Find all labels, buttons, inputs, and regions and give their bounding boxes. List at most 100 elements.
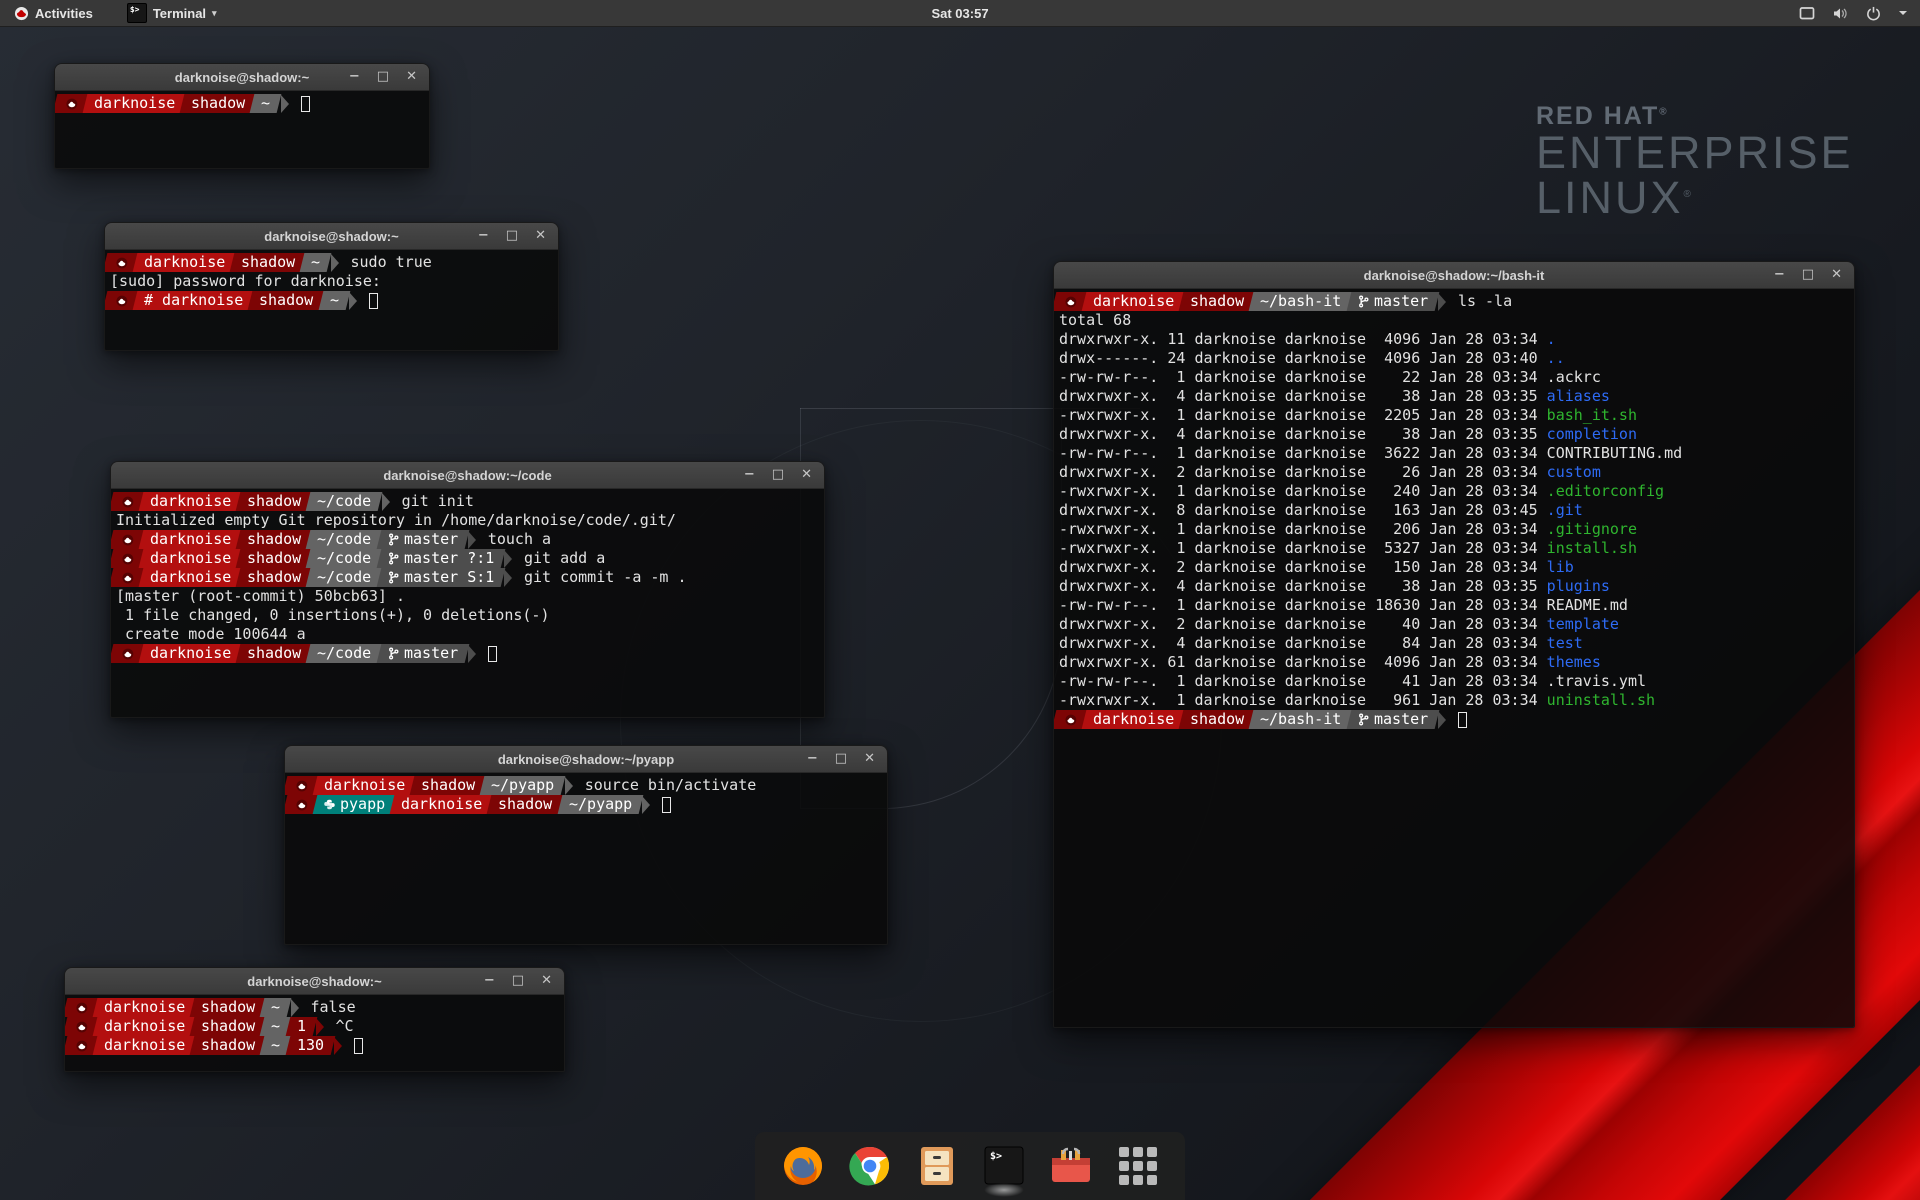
prompt-segment: master [376, 530, 469, 549]
output-text: drwxrwxr-x. 8 darknoise darknoise 163 Ja… [1059, 501, 1547, 520]
prompt-line: darknoiseshadow~/codemaster ?:1git add a [116, 549, 824, 568]
file-name: . [1547, 330, 1556, 349]
file-name: README.md [1547, 596, 1628, 615]
prompt-segment: ~ [260, 998, 292, 1017]
prompt-segment: darknoise [139, 644, 243, 663]
output-line: [master (root-commit) 50bcb63] . [116, 587, 824, 606]
minimize-button[interactable]: − [484, 968, 495, 994]
close-button[interactable]: ✕ [1831, 262, 1842, 288]
file-name: uninstall.sh [1547, 691, 1655, 710]
terminal-cursor [488, 646, 497, 662]
close-button[interactable]: ✕ [801, 462, 812, 488]
git-branch-icon [388, 571, 399, 584]
prompt-segment-text: ~ [311, 253, 320, 272]
window-titlebar[interactable]: darknoise@shadow:~−□✕ [65, 968, 564, 995]
prompt-segment-text: darknoise [104, 1036, 185, 1055]
minimize-button[interactable]: − [744, 462, 755, 488]
terminal-window-t6[interactable]: darknoise@shadow:~/bash-it−□✕darknoisesh… [1053, 261, 1855, 1028]
prompt-segment: shadow [190, 1017, 267, 1036]
terminal-content[interactable]: darknoiseshadow~ [55, 91, 429, 168]
app-menu-terminal[interactable]: $> Terminal ▾ [121, 0, 223, 26]
close-button[interactable]: ✕ [864, 746, 875, 772]
prompt-segment-text: ~ [330, 291, 339, 310]
output-text: drwxrwxr-x. 2 darknoise darknoise 26 Jan… [1059, 463, 1547, 482]
output-text: drwxrwxr-x. 2 darknoise darknoise 40 Jan… [1059, 615, 1547, 634]
prompt-segment-text: darknoise [1093, 710, 1174, 729]
minimize-button[interactable]: − [807, 746, 818, 772]
app-menu-label: Terminal [153, 6, 206, 21]
prompt-segment-text: ~/code [317, 549, 371, 568]
output-text: -rwxrwxr-x. 1 darknoise darknoise 5327 J… [1059, 539, 1547, 558]
git-branch-icon [1358, 295, 1369, 308]
firefox-icon[interactable] [781, 1144, 825, 1188]
close-button[interactable]: ✕ [541, 968, 552, 994]
window-titlebar[interactable]: darknoise@shadow:~/bash-it−□✕ [1054, 262, 1854, 289]
chevron-down-icon: ▾ [212, 8, 217, 19]
fedora-prompt-icon [296, 780, 308, 792]
terminal-window-t5[interactable]: darknoise@shadow:~−□✕darknoiseshadow~fal… [64, 967, 565, 1072]
terminal-cursor [1458, 712, 1467, 728]
file-name: .gitignore [1547, 520, 1637, 539]
terminal-content[interactable]: darknoiseshadow~falsedarknoiseshadow~1^C… [65, 995, 564, 1071]
minimize-button[interactable]: − [349, 64, 360, 90]
minimize-button[interactable]: − [478, 223, 489, 249]
clock-text[interactable]: Sat 03:57 [931, 6, 988, 21]
fedora-prompt-icon [76, 1040, 88, 1052]
prompt-segment: ~/code [306, 530, 383, 549]
close-button[interactable]: ✕ [406, 64, 417, 90]
file-name: lib [1547, 558, 1574, 577]
prompt-segment: shadow [230, 253, 307, 272]
maximize-button[interactable]: □ [512, 968, 524, 994]
prompt-segment-text: ~/pyapp [569, 795, 632, 814]
chrome-icon[interactable] [848, 1144, 892, 1188]
fedora-prompt-icon [122, 572, 134, 584]
terminal-window-t1[interactable]: darknoise@shadow:~−□✕darknoiseshadow~ [54, 63, 430, 169]
volume-icon[interactable] [1832, 6, 1849, 21]
terminal-window-t4[interactable]: darknoise@shadow:~/pyapp−□✕darknoiseshad… [284, 745, 888, 945]
display-icon[interactable] [1799, 6, 1815, 21]
file-name: .travis.yml [1547, 672, 1646, 691]
prompt-segment: darknoise [93, 998, 197, 1017]
window-titlebar[interactable]: darknoise@shadow:~/pyapp−□✕ [285, 746, 887, 773]
terminal-cursor [354, 1038, 363, 1054]
terminal-window-t2[interactable]: darknoise@shadow:~−□✕darknoiseshadow~sud… [104, 222, 559, 351]
output-text: drwxrwxr-x. 4 darknoise darknoise 38 Jan… [1059, 577, 1547, 596]
prompt-arrow [281, 95, 289, 113]
prompt-segment-text: master [1374, 710, 1428, 729]
minimize-button[interactable]: − [1774, 262, 1785, 288]
prompt-segment: shadow [1179, 292, 1256, 311]
prompt-segment-text: darknoise [144, 253, 225, 272]
terminal-content[interactable]: darknoiseshadow~/codegit initInitialized… [111, 489, 824, 717]
chevron-down-icon[interactable] [1898, 9, 1908, 17]
window-titlebar[interactable]: darknoise@shadow:~/code−□✕ [111, 462, 824, 489]
output-text: total 68 [1059, 311, 1131, 330]
maximize-button[interactable]: □ [772, 462, 784, 488]
power-icon[interactable] [1866, 6, 1881, 21]
toolbox-icon[interactable] [1049, 1144, 1093, 1188]
maximize-button[interactable]: □ [835, 746, 847, 772]
output-text: -rw-rw-r--. 1 darknoise darknoise 41 Jan… [1059, 672, 1547, 691]
prompt-segment-text: darknoise [324, 776, 405, 795]
app-grid-icon[interactable] [1116, 1144, 1160, 1188]
maximize-button[interactable]: □ [377, 64, 389, 90]
maximize-button[interactable]: □ [1802, 262, 1814, 288]
output-text: drwxrwxr-x. 2 darknoise darknoise 150 Ja… [1059, 558, 1547, 577]
terminal-content[interactable]: darknoiseshadow~sudo true[sudo] password… [105, 250, 558, 350]
prompt-segment-text: darknoise [150, 530, 231, 549]
terminal-window-t3[interactable]: darknoise@shadow:~/code−□✕darknoiseshado… [110, 461, 825, 718]
activities-button[interactable]: Activities [8, 0, 99, 26]
maximize-button[interactable]: □ [506, 223, 518, 249]
output-line: drwxrwxr-x. 2 darknoise darknoise 26 Jan… [1059, 463, 1854, 482]
window-titlebar[interactable]: darknoise@shadow:~−□✕ [55, 64, 429, 91]
output-line: 1 file changed, 0 insertions(+), 0 delet… [116, 606, 824, 625]
output-text: [master (root-commit) 50bcb63] . [116, 587, 405, 606]
output-text: -rwxrwxr-x. 1 darknoise darknoise 240 Ja… [1059, 482, 1547, 501]
terminal-content[interactable]: darknoiseshadow~/bash-itmasterls -latota… [1054, 289, 1854, 1027]
window-titlebar[interactable]: darknoise@shadow:~−□✕ [105, 223, 558, 250]
prompt-line: # darknoiseshadow~ [110, 291, 558, 310]
file-manager-icon[interactable] [915, 1144, 959, 1188]
terminal-content[interactable]: darknoiseshadow~/pyappsource bin/activat… [285, 773, 887, 944]
prompt-segment-text: shadow [201, 998, 255, 1017]
close-button[interactable]: ✕ [535, 223, 546, 249]
terminal-icon[interactable]: $> [982, 1144, 1026, 1188]
